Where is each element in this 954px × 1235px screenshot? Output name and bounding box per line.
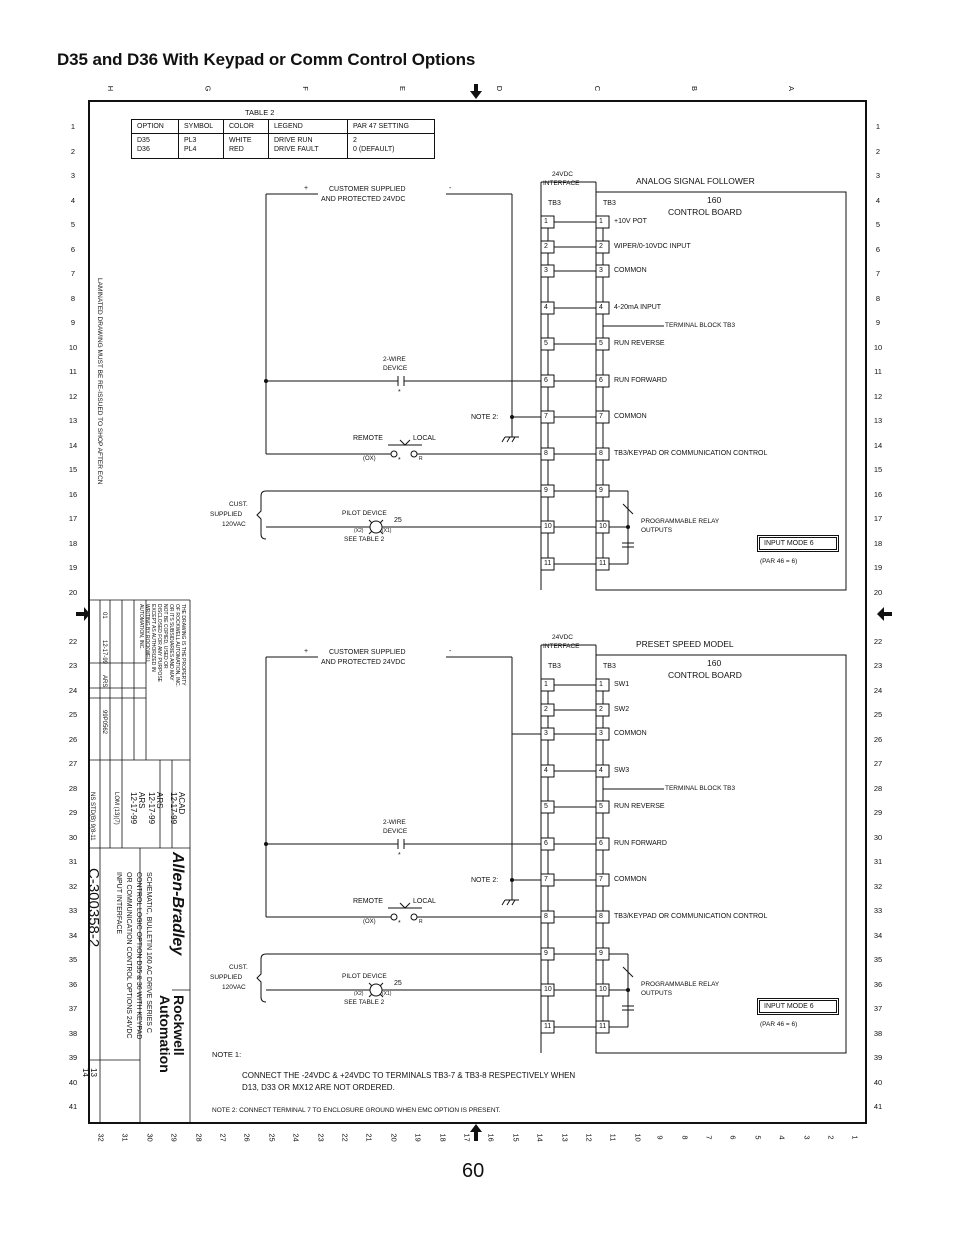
reference: LOM (13)(7)	[113, 792, 119, 825]
rev-number: 01	[101, 612, 107, 619]
approved-date: 12-17-99	[129, 792, 138, 825]
sheet-number: 13	[89, 1068, 98, 1077]
drawn-date: 12-17-99	[169, 792, 178, 825]
sheet-total: 14	[81, 1068, 90, 1077]
property-notice: THE DRAWING IS THE PROPERTY OF ROCKWELL …	[138, 604, 186, 687]
model-number: NS STD(B) 9(8-11	[89, 792, 95, 841]
approved-by: ARS	[137, 792, 146, 809]
brand-rockwell: Rockwell Automation	[157, 995, 187, 1073]
drawn-by: ACAD	[177, 792, 186, 815]
brand-allen-bradley: Allen-Bradley	[169, 852, 186, 956]
page-number: 60	[462, 1160, 485, 1182]
rev-date: 12-17-99	[101, 640, 107, 665]
drawing-title: SCHEMATIC, BULLETIN 160 AC DRIVE SERIES …	[115, 872, 152, 1040]
checked-by: ARS	[155, 792, 164, 809]
drawing-number: C-300358-2	[85, 868, 102, 948]
ecn-number: 99P0562	[101, 710, 107, 735]
checked-date: 12-17-99	[147, 792, 156, 825]
rev-by: ARS	[101, 675, 107, 688]
